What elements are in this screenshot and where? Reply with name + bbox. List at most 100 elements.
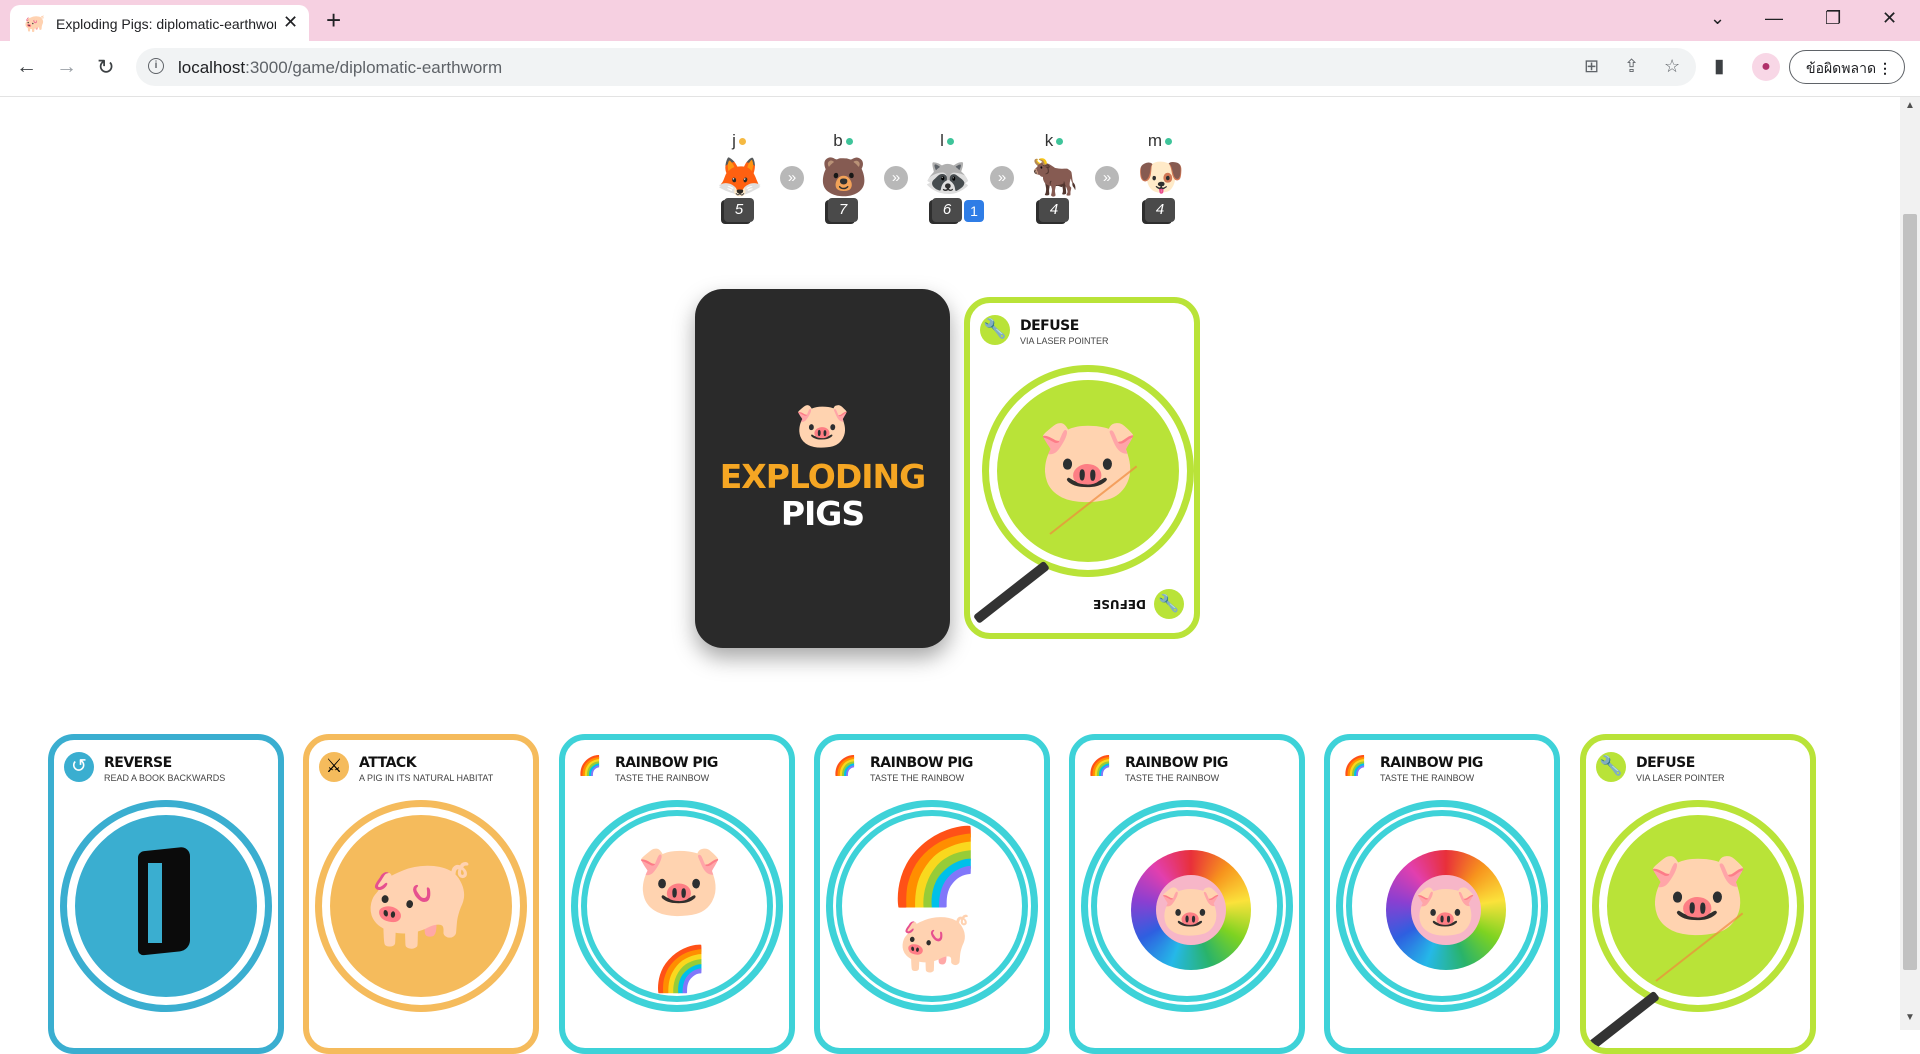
profile-avatar[interactable]: ● bbox=[1752, 53, 1780, 81]
back-button[interactable]: ← bbox=[16, 55, 37, 79]
card-subtitle: TASTE THE RAINBOW bbox=[615, 773, 710, 783]
fox-avatar-icon: 🦊 bbox=[716, 157, 764, 199]
pig-laser-icon: 🐷 bbox=[1036, 415, 1140, 506]
player-name: b bbox=[833, 131, 843, 150]
bull-avatar-icon: 🐂 bbox=[1031, 157, 1079, 199]
hand-card-reverse[interactable]: ↺ REVERSE READ A BOOK BACKWARDS bbox=[48, 734, 284, 1054]
status-dot bbox=[738, 138, 746, 146]
deck-title-line2: PIGS bbox=[780, 494, 865, 533]
player-name: m bbox=[1147, 131, 1163, 150]
card-name: REVERSE bbox=[104, 755, 172, 771]
error-button[interactable]: ข้อผิดพลาด ⋮ bbox=[1789, 50, 1905, 84]
card-name: RAINBOW PIG bbox=[615, 755, 718, 771]
book-icon bbox=[114, 845, 214, 961]
hand-card-rainbow-pig[interactable]: 🌈 RAINBOW PIG TASTE THE RAINBOW 🌈 🐖 bbox=[814, 734, 1050, 1054]
scroll-down-arrow-icon[interactable]: ▼ bbox=[1905, 1012, 1915, 1023]
pig-favicon-icon: 🐖 bbox=[24, 14, 46, 33]
browser-toolbar: ← → ↻ i localhost:3000/game/diplomatic-e… bbox=[0, 41, 1920, 97]
card-name: RAINBOW PIG bbox=[1380, 755, 1483, 771]
card-name: RAINBOW PIG bbox=[870, 755, 973, 771]
scrollbar-thumb[interactable] bbox=[1903, 214, 1917, 970]
laser-pointer-icon bbox=[972, 560, 1050, 624]
hand-card-rainbow-pig[interactable]: 🌈 RAINBOW PIG TASTE THE RAINBOW 🐷 🌈 bbox=[559, 734, 795, 1054]
hand-card-rainbow-pig[interactable]: 🌈 RAINBOW PIG TASTE THE RAINBOW 🐷 bbox=[1069, 734, 1305, 1054]
wrench-icon: 🔧 bbox=[1596, 752, 1626, 782]
tab-search-chevron-icon[interactable]: ⌄ bbox=[1710, 8, 1725, 29]
draw-deck[interactable]: 🐷 EXPLODING PIGS bbox=[695, 289, 950, 648]
rainbow-icon: 🌈 bbox=[1340, 752, 1370, 782]
side-panel-icon[interactable]: ▮ bbox=[1714, 55, 1724, 78]
pig-laser-icon: 🐷 bbox=[1646, 848, 1750, 939]
card-subtitle: TASTE THE RAINBOW bbox=[1125, 773, 1220, 783]
pig-with-gun-icon: 🐖 bbox=[362, 853, 476, 953]
pig-flower-icon: 🐷 bbox=[1121, 840, 1261, 980]
rainbow-icon: 🌈 bbox=[830, 752, 860, 782]
tab-title: Exploding Pigs: diplomatic-earthworm bbox=[56, 16, 276, 32]
share-icon[interactable]: ⇪ bbox=[1624, 56, 1639, 77]
card-subtitle: VIA LASER POINTER bbox=[1020, 336, 1109, 346]
card-subtitle: VIA LASER POINTER bbox=[1636, 773, 1725, 783]
player-l: l 🦝 6 1 bbox=[912, 128, 984, 228]
player-j: j 🦊 5 bbox=[704, 128, 774, 228]
status-dot bbox=[1056, 138, 1064, 146]
dog-avatar-icon: 🐶 bbox=[1137, 157, 1185, 199]
scroll-up-arrow-icon[interactable]: ▲ bbox=[1905, 100, 1915, 111]
turn-arrow-icon: » bbox=[884, 166, 908, 190]
forward-button[interactable]: → bbox=[56, 55, 77, 79]
status-dot bbox=[1165, 138, 1173, 146]
reload-button[interactable]: ↻ bbox=[97, 55, 115, 80]
new-tab-button[interactable]: + bbox=[326, 6, 341, 34]
minimize-button[interactable]: — bbox=[1765, 8, 1783, 29]
discard-pile-card[interactable]: 🔧 DEFUSE VIA LASER POINTER 🐷 DEFUSE 🔧 bbox=[964, 297, 1200, 639]
hand-card-rainbow-pig[interactable]: 🌈 RAINBOW PIG TASTE THE RAINBOW 🐷 bbox=[1324, 734, 1560, 1054]
status-dot bbox=[946, 138, 954, 146]
close-window-button[interactable]: ✕ bbox=[1882, 8, 1897, 29]
player-name: l bbox=[940, 131, 944, 150]
menu-dots-icon[interactable]: ⋮ bbox=[1878, 51, 1892, 85]
player-name: j bbox=[732, 131, 736, 150]
count-badge: 1 bbox=[964, 200, 984, 222]
browser-tab[interactable]: 🐖 Exploding Pigs: diplomatic-earthworm ✕ bbox=[10, 5, 309, 41]
card-name: RAINBOW PIG bbox=[1125, 755, 1228, 771]
pig-rainbow-vomit-icon: 🐷 🌈 bbox=[636, 841, 724, 994]
rainbow-icon: 🌈 bbox=[1085, 752, 1115, 782]
pig-under-rainbow-icon: 🌈 🐖 bbox=[888, 825, 982, 976]
player-name: k bbox=[1044, 131, 1054, 150]
card-count: 6 bbox=[932, 198, 962, 222]
hand-card-defuse[interactable]: 🔧 DEFUSE VIA LASER POINTER 🐷 bbox=[1580, 734, 1816, 1054]
card-subtitle: TASTE THE RAINBOW bbox=[870, 773, 965, 783]
browser-tabstrip: 🐖 Exploding Pigs: diplomatic-earthworm ✕… bbox=[0, 0, 1920, 41]
turn-arrow-icon: » bbox=[780, 166, 804, 190]
close-tab-icon[interactable]: ✕ bbox=[283, 12, 298, 33]
address-bar[interactable]: i localhost:3000/game/diplomatic-earthwo… bbox=[136, 48, 1696, 86]
pig-flower-icon: 🐷 bbox=[1376, 840, 1516, 980]
raccoon-avatar-icon: 🦝 bbox=[924, 157, 972, 199]
hand-card-attack[interactable]: ⚔ ATTACK A PIG IN ITS NATURAL HABITAT 🐖 bbox=[303, 734, 539, 1054]
crossed-swords-icon: ⚔ bbox=[319, 752, 349, 782]
card-name: ATTACK bbox=[359, 755, 417, 771]
card-count: 5 bbox=[724, 198, 754, 222]
url-text[interactable]: localhost:3000/game/diplomatic-earthworm bbox=[178, 58, 502, 78]
reverse-icon: ↺ bbox=[64, 752, 94, 782]
pig-icon: 🐷 bbox=[795, 401, 850, 450]
player-b: b 🐻 7 bbox=[808, 128, 878, 228]
rainbow-icon: 🌈 bbox=[575, 752, 605, 782]
card-count: 4 bbox=[1145, 198, 1175, 222]
card-subtitle: TASTE THE RAINBOW bbox=[1380, 773, 1475, 783]
bear-avatar-icon: 🐻 bbox=[820, 157, 868, 199]
translate-icon[interactable]: ⊞ bbox=[1584, 56, 1599, 77]
card-subtitle: READ A BOOK BACKWARDS bbox=[104, 773, 226, 783]
card-count: 4 bbox=[1039, 198, 1069, 222]
card-name: DEFUSE bbox=[1020, 318, 1079, 334]
restore-button[interactable]: ❐ bbox=[1825, 8, 1841, 29]
card-footer: DEFUSE bbox=[1093, 597, 1146, 611]
site-info-icon[interactable]: i bbox=[148, 58, 164, 74]
laser-pointer-icon bbox=[1586, 990, 1660, 1048]
status-dot bbox=[845, 138, 853, 146]
player-m: m 🐶 4 bbox=[1125, 128, 1195, 228]
turn-arrow-icon: » bbox=[1095, 166, 1119, 190]
wrench-icon: 🔧 bbox=[980, 315, 1010, 345]
card-name: DEFUSE bbox=[1636, 755, 1695, 771]
bookmark-star-icon[interactable]: ☆ bbox=[1664, 56, 1680, 77]
turn-arrow-icon: » bbox=[990, 166, 1014, 190]
